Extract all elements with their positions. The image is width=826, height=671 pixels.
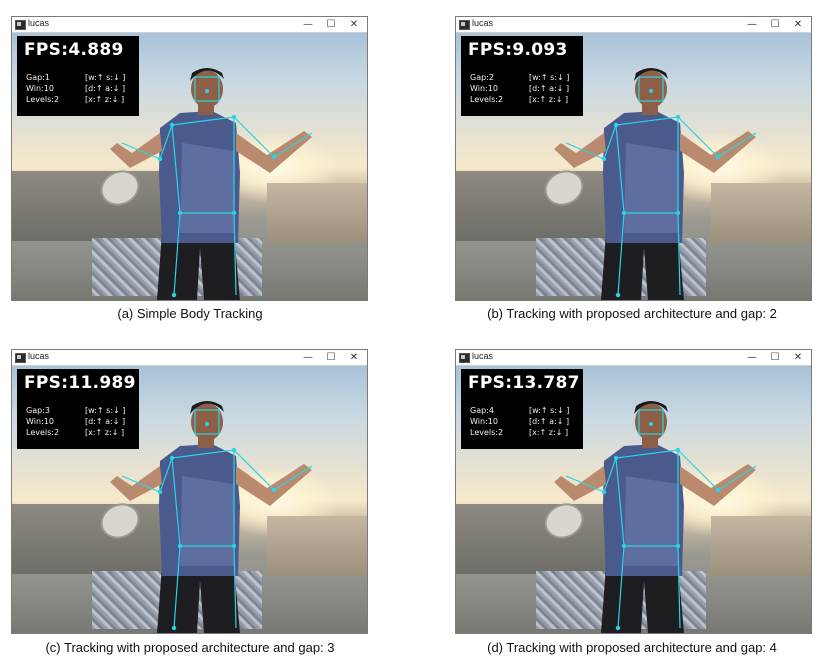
app-icon (15, 353, 26, 363)
window-title: lucas (28, 351, 50, 361)
tracking-window-a: lucas — ☐ ✕ FPS:4.889 Gap:1 Win:10 Level… (11, 16, 368, 301)
gap-keys: [w:↑ s:↓ ] (529, 73, 570, 82)
window-title: lucas (28, 18, 50, 28)
camera-frame: FPS:9.093 Gap:2 Win:10 Levels:2 [w:↑ s:↓… (456, 33, 811, 300)
window-titlebar[interactable]: lucas — ☐ ✕ (456, 350, 811, 366)
fps-readout: FPS:9.093 (468, 40, 568, 60)
close-button[interactable]: ✕ (343, 17, 365, 32)
maximize-button[interactable]: ☐ (764, 350, 786, 365)
minimize-button[interactable]: — (741, 17, 763, 32)
maximize-button[interactable]: ☐ (764, 17, 786, 32)
gap-keys: [w:↑ s:↓ ] (529, 406, 570, 415)
win-value: Win:10 (26, 84, 54, 93)
win-keys: [d:↑ a:↓ ] (529, 417, 570, 426)
gap-keys: [w:↑ s:↓ ] (85, 406, 126, 415)
close-button[interactable]: ✕ (343, 350, 365, 365)
levels-keys: [x:↑ z:↓ ] (85, 428, 125, 437)
window-titlebar[interactable]: lucas — ☐ ✕ (456, 17, 811, 33)
win-keys: [d:↑ a:↓ ] (85, 417, 126, 426)
levels-keys: [x:↑ z:↓ ] (529, 95, 569, 104)
gap-value: Gap:1 (26, 73, 50, 82)
gap-value: Gap:4 (470, 406, 494, 415)
gap-keys: [w:↑ s:↓ ] (85, 73, 126, 82)
tracking-window-b: lucas — ☐ ✕ FPS:9.093 Gap:2 Win:10 Level… (455, 16, 812, 301)
camera-frame: FPS:11.989 Gap:3 Win:10 Levels:2 [w:↑ s:… (12, 366, 367, 633)
levels-value: Levels:2 (26, 428, 60, 437)
levels-value: Levels:2 (470, 95, 504, 104)
win-keys: [d:↑ a:↓ ] (85, 84, 126, 93)
stats-overlay: FPS:4.889 Gap:1 Win:10 Levels:2 [w:↑ s:↓… (17, 36, 139, 116)
fps-readout: FPS:13.787 (468, 373, 580, 393)
camera-frame: FPS:4.889 Gap:1 Win:10 Levels:2 [w:↑ s:↓… (12, 33, 367, 300)
win-value: Win:10 (470, 84, 498, 93)
close-button[interactable]: ✕ (787, 350, 809, 365)
levels-keys: [x:↑ z:↓ ] (529, 428, 569, 437)
window-title: lucas (472, 18, 494, 28)
stats-overlay: FPS:11.989 Gap:3 Win:10 Levels:2 [w:↑ s:… (17, 369, 139, 449)
win-value: Win:10 (26, 417, 54, 426)
minimize-button[interactable]: — (297, 17, 319, 32)
window-titlebar[interactable]: lucas — ☐ ✕ (12, 350, 367, 366)
minimize-button[interactable]: — (741, 350, 763, 365)
caption-d: (d) Tracking with proposed architecture … (487, 640, 777, 655)
app-icon (15, 20, 26, 30)
fps-readout: FPS:4.889 (24, 40, 124, 60)
caption-a: (a) Simple Body Tracking (117, 306, 263, 321)
win-value: Win:10 (470, 417, 498, 426)
window-titlebar[interactable]: lucas — ☐ ✕ (12, 17, 367, 33)
app-icon (459, 353, 470, 363)
app-icon (459, 20, 470, 30)
minimize-button[interactable]: — (297, 350, 319, 365)
tracking-window-d: lucas — ☐ ✕ FPS:13.787 Gap:4 Win:10 Leve… (455, 349, 812, 634)
levels-value: Levels:2 (470, 428, 504, 437)
maximize-button[interactable]: ☐ (320, 350, 342, 365)
stats-overlay: FPS:9.093 Gap:2 Win:10 Levels:2 [w:↑ s:↓… (461, 36, 583, 116)
gap-value: Gap:3 (26, 406, 50, 415)
caption-c: (c) Tracking with proposed architecture … (45, 640, 335, 655)
gap-value: Gap:2 (470, 73, 494, 82)
maximize-button[interactable]: ☐ (320, 17, 342, 32)
camera-frame: FPS:13.787 Gap:4 Win:10 Levels:2 [w:↑ s:… (456, 366, 811, 633)
caption-b: (b) Tracking with proposed architecture … (487, 306, 777, 321)
fps-readout: FPS:11.989 (24, 373, 136, 393)
win-keys: [d:↑ a:↓ ] (529, 84, 570, 93)
levels-keys: [x:↑ z:↓ ] (85, 95, 125, 104)
levels-value: Levels:2 (26, 95, 60, 104)
close-button[interactable]: ✕ (787, 17, 809, 32)
stats-overlay: FPS:13.787 Gap:4 Win:10 Levels:2 [w:↑ s:… (461, 369, 583, 449)
window-title: lucas (472, 351, 494, 361)
tracking-window-c: lucas — ☐ ✕ FPS:11.989 Gap:3 Win:10 Leve… (11, 349, 368, 634)
